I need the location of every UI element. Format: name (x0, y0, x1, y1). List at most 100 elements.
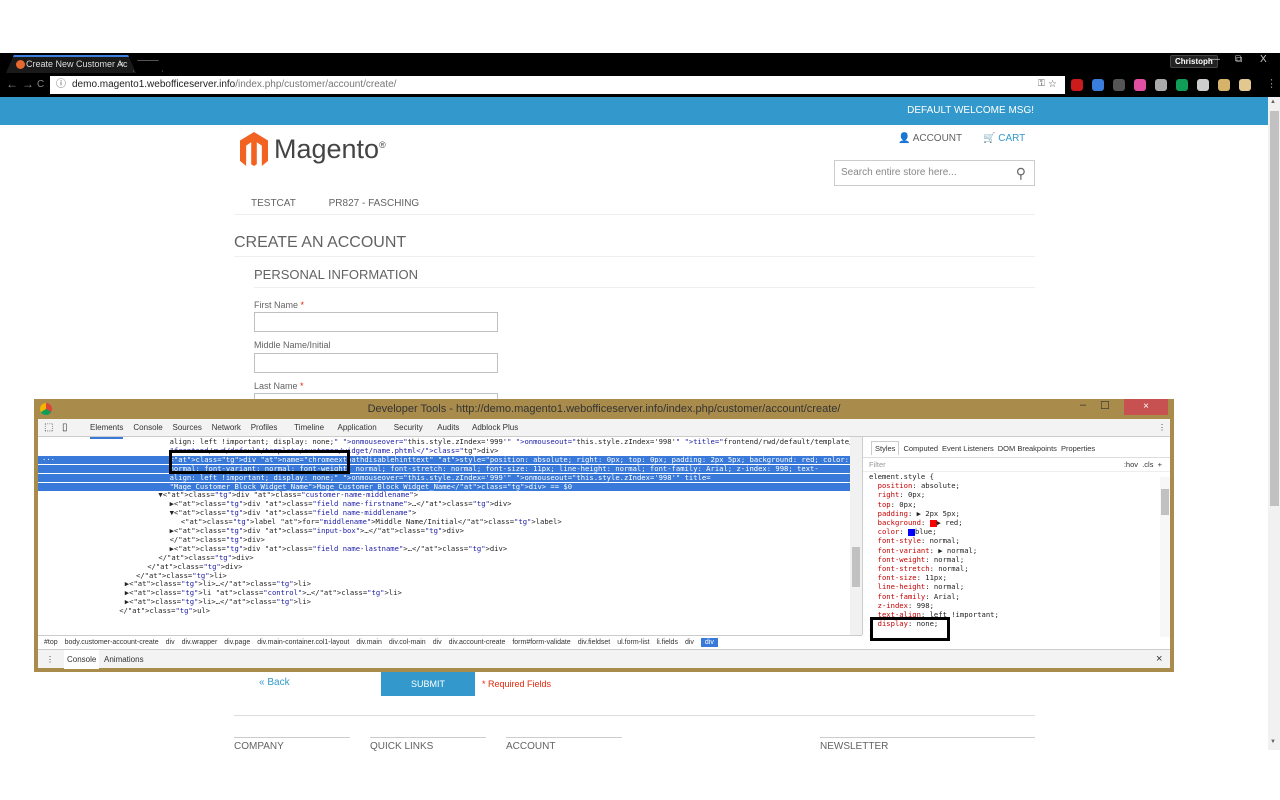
breadcrumb-item[interactable]: div (433, 639, 442, 646)
style-rules[interactable]: element.style { position: absolute; righ… (863, 472, 1170, 638)
breadcrumb-item[interactable]: div.account-create (449, 639, 506, 646)
reload-icon[interactable]: C (37, 79, 44, 90)
extension-yellow-icon[interactable] (1218, 79, 1230, 91)
css-property[interactable]: line-height: normal; (869, 582, 1170, 591)
nav-item-testcat[interactable]: TESTCAT (251, 198, 296, 209)
breadcrumb-item[interactable]: #top (44, 639, 58, 646)
devtools-tab-network[interactable]: Network (212, 419, 241, 437)
devtools-tab-profiles[interactable]: Profiles (251, 419, 278, 437)
breadcrumb-item[interactable]: div.page (224, 639, 250, 646)
css-property[interactable]: font-style: normal; (869, 536, 1170, 545)
devtools-menu-icon[interactable]: ⋮ (1158, 419, 1166, 437)
forward-icon[interactable]: → (22, 77, 34, 91)
site-info-icon[interactable]: ⓘ (56, 76, 66, 94)
breadcrumb-item[interactable]: div.wrapper (182, 639, 218, 646)
search-icon[interactable]: ⚲ (1016, 161, 1026, 185)
drawer-tab-console[interactable]: Console (64, 650, 100, 669)
devtools-tab-audits[interactable]: Audits (437, 419, 459, 437)
window-close-button[interactable]: X (1260, 54, 1267, 65)
devtools-minimize-button[interactable]: – (1080, 399, 1086, 411)
css-property[interactable]: font-variant: ▶ normal; (869, 546, 1170, 555)
styles-scrollbar-thumb[interactable] (1161, 489, 1169, 515)
magento-logo[interactable]: Magento® (240, 132, 386, 166)
cart-link[interactable]: 🛒 CART (983, 133, 1025, 144)
new-rule-icon[interactable]: + (1158, 460, 1162, 469)
nav-item-fasching[interactable]: PR827 - FASCHING (329, 198, 420, 209)
account-link[interactable]: 👤 ACCOUNT (898, 133, 962, 144)
hov-toggle[interactable]: :hov (1124, 460, 1138, 469)
dom-node[interactable]: ▶<"at">class="tg">div "at">class="input-… (38, 526, 850, 536)
css-property[interactable]: font-stretch: normal; (869, 564, 1170, 573)
styles-tab-properties[interactable]: Properties (1061, 444, 1095, 453)
breadcrumb-item[interactable]: ul.form-list (617, 639, 649, 646)
browser-menu-icon[interactable]: ⋮ (1266, 77, 1277, 90)
breadcrumb-item[interactable]: div.main-container.col1-layout (257, 639, 349, 646)
extension-pink-icon[interactable] (1134, 79, 1146, 91)
breadcrumb-item[interactable]: body.customer-account-create (65, 639, 159, 646)
styles-filter-input[interactable]: Filter :hov .cls + (863, 458, 1170, 472)
styles-scrollbar[interactable] (1160, 477, 1170, 637)
devtools-tab-elements[interactable]: Elements (90, 419, 124, 439)
devtools-tab-security[interactable]: Security (394, 419, 423, 437)
password-key-icon[interactable]: ⚿ (1038, 78, 1045, 89)
css-property[interactable]: padding: ▶ 2px 5px; (869, 509, 1170, 518)
css-property[interactable]: background: ▶ red; (869, 518, 1170, 527)
breadcrumb-item[interactable]: div.main (356, 639, 382, 646)
drawer-close-icon[interactable]: × (1156, 650, 1162, 669)
dom-scrollbar[interactable] (850, 437, 862, 635)
dom-node[interactable]: ▶<"at">class="tg">div "at">class="field … (38, 499, 850, 509)
extension-blue-icon[interactable] (1092, 79, 1104, 91)
dom-node[interactable]: </"at">class="tg">ul> (38, 606, 850, 616)
devtools-maximize-button[interactable]: ☐ (1100, 399, 1110, 412)
breadcrumb-item[interactable]: div (700, 638, 718, 647)
bookmark-star-icon[interactable]: ☆ (1048, 76, 1057, 94)
dom-tree[interactable]: align: left !important; display: none;" … (38, 437, 850, 635)
new-tab-button[interactable] (133, 60, 163, 72)
css-property[interactable]: position: absolute; (869, 481, 1170, 490)
breadcrumb-item[interactable]: form#form-validate (512, 639, 570, 646)
node-more-icon[interactable]: ··· (42, 455, 55, 465)
url-input[interactable]: ⓘ demo.magento1.webofficeserver.info/ind… (50, 76, 1065, 94)
devtools-tab-sources[interactable]: Sources (173, 419, 202, 437)
page-scrollbar-thumb[interactable] (1270, 111, 1279, 506)
adblock-plus-icon[interactable] (1071, 79, 1083, 91)
breadcrumb-item[interactable]: li.fields (657, 639, 678, 646)
devtools-tab-adblock-plus[interactable]: Adblock Plus (472, 419, 518, 437)
extension-green-icon[interactable] (1176, 79, 1188, 91)
styles-tab-event-listeners[interactable]: Event Listeners (942, 444, 994, 453)
submit-button[interactable]: SUBMIT (381, 672, 475, 696)
extension-arc-icon[interactable] (1113, 79, 1125, 91)
css-property[interactable]: right: 0px; (869, 490, 1170, 499)
minimize-button[interactable]: — (1210, 54, 1220, 65)
css-property[interactable]: font-family: Arial; (869, 592, 1170, 601)
styles-tab-styles[interactable]: Styles (871, 441, 900, 455)
camera-icon[interactable] (1197, 79, 1209, 91)
inspect-element-icon[interactable]: ⬚ (44, 419, 53, 437)
rule-selector[interactable]: element.style { (869, 472, 1170, 481)
css-property[interactable]: color: blue; (869, 527, 1170, 536)
device-mode-icon[interactable]: ▯ (62, 419, 68, 437)
middle-name-field[interactable] (254, 353, 498, 373)
styles-tab-computed[interactable]: Computed (903, 444, 938, 453)
breadcrumb-item[interactable]: div (685, 639, 694, 646)
breadcrumb-item[interactable]: div.fieldset (578, 639, 611, 646)
styles-tab-dom-breakpoints[interactable]: DOM Breakpoints (998, 444, 1057, 453)
scroll-up-icon[interactable]: ▲ (1270, 99, 1276, 105)
page-scrollbar[interactable]: ▲ ▼ (1268, 97, 1280, 750)
extension-gray-icon[interactable] (1155, 79, 1167, 91)
first-name-field[interactable] (254, 312, 498, 332)
cls-toggle[interactable]: .cls (1142, 460, 1153, 469)
drawer-menu-icon[interactable]: ⋮ (46, 650, 54, 669)
devtools-tab-application[interactable]: Application (338, 419, 377, 437)
css-property[interactable]: z-index: 998; (869, 601, 1170, 610)
devtools-tab-timeline[interactable]: Timeline (294, 419, 324, 437)
dom-scrollbar-thumb[interactable] (852, 547, 860, 587)
back-link[interactable]: « Back (259, 677, 290, 688)
restore-button[interactable]: ⧉ (1235, 54, 1242, 65)
search-input[interactable]: Search entire store here... ⚲ (834, 160, 1035, 186)
drawer-tab-animations[interactable]: Animations (104, 650, 144, 669)
back-icon[interactable]: ← (6, 77, 18, 91)
tab-close-icon[interactable]: × (119, 57, 124, 72)
extension-yellow2-icon[interactable] (1239, 79, 1251, 91)
breadcrumb-item[interactable]: div.col-main (389, 639, 426, 646)
